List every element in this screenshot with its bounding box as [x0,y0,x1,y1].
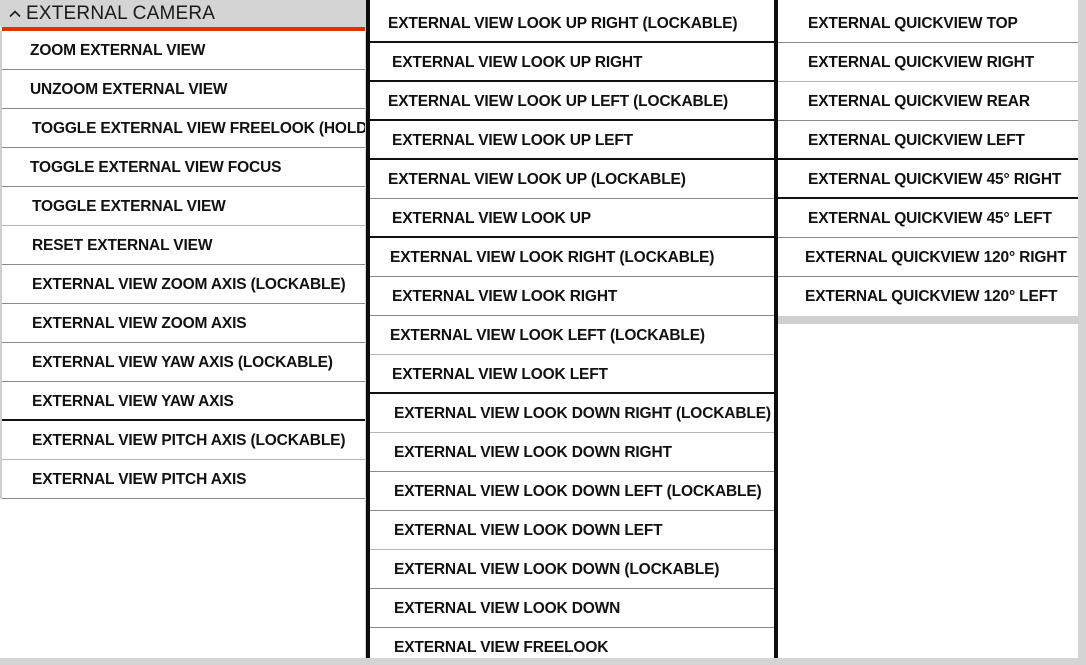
external-quickview-item-label: EXTERNAL QUICKVIEW TOP [808,14,1018,32]
external-view-look-item-label: EXTERNAL VIEW LOOK DOWN RIGHT [394,443,672,461]
external-camera-item-row[interactable]: EXTERNAL VIEW ZOOM AXIS [2,304,365,343]
external-view-look-item-label: EXTERNAL VIEW LOOK LEFT (LOCKABLE) [390,326,705,344]
external-view-look-item-label: EXTERNAL VIEW LOOK UP [392,209,591,227]
right-gutter [1078,0,1086,665]
page-title: EXTERNAL CAMERA [26,3,216,24]
external-view-look-item-label: EXTERNAL VIEW LOOK UP LEFT [392,131,633,149]
external-camera-column: EXTERNAL CAMERA ZOOM EXTERNAL VIEW UNZOOM… [0,0,365,658]
external-quickview-item-label: EXTERNAL QUICKVIEW RIGHT [808,53,1035,71]
external-view-look-item-label: EXTERNAL VIEW LOOK UP (LOCKABLE) [388,170,686,188]
external-camera-item-row[interactable]: EXTERNAL VIEW PITCH AXIS [2,460,365,499]
external-camera-item-row[interactable]: TOGGLE EXTERNAL VIEW FREELOOK (HOLD) [2,109,365,148]
chevron-up-icon[interactable] [8,7,22,21]
external-view-look-item-label: EXTERNAL VIEW LOOK DOWN LEFT (LOCKABLE) [394,482,762,500]
external-camera-item-label: EXTERNAL VIEW YAW AXIS (LOCKABLE) [32,353,333,371]
external-view-look-item-row[interactable]: EXTERNAL VIEW LOOK UP [370,199,774,238]
external-quickview-item-label: EXTERNAL QUICKVIEW 45° LEFT [808,209,1052,227]
external-view-look-item-label: EXTERNAL VIEW LOOK UP RIGHT [392,53,643,71]
external-camera-item-label: EXTERNAL VIEW YAW AXIS [32,392,234,410]
external-view-look-item-row[interactable]: EXTERNAL VIEW LOOK DOWN RIGHT [370,433,774,472]
external-camera-item-row[interactable]: TOGGLE EXTERNAL VIEW FOCUS [2,148,365,187]
external-view-look-item-row[interactable]: EXTERNAL VIEW LOOK DOWN [370,589,774,628]
panel-header[interactable]: EXTERNAL CAMERA [0,0,365,27]
external-view-look-item-label: EXTERNAL VIEW LOOK LEFT [392,365,608,383]
external-quickview-item-row[interactable]: EXTERNAL QUICKVIEW 120° LEFT [778,277,1078,316]
external-view-look-item-row[interactable]: EXTERNAL VIEW LOOK DOWN LEFT [370,511,774,550]
external-camera-item-row[interactable]: RESET EXTERNAL VIEW [2,226,365,265]
external-view-look-item-row[interactable]: EXTERNAL VIEW LOOK UP RIGHT (LOCKABLE) [370,4,774,43]
external-view-look-item-label: EXTERNAL VIEW LOOK RIGHT [392,287,618,305]
external-quickview-item-row[interactable]: EXTERNAL QUICKVIEW 120° RIGHT [778,238,1078,277]
external-camera-item-label: TOGGLE EXTERNAL VIEW FREELOOK (HOLD) [32,119,365,137]
external-camera-item-row[interactable]: EXTERNAL VIEW YAW AXIS (LOCKABLE) [2,343,365,382]
external-camera-item-label: UNZOOM EXTERNAL VIEW [30,80,228,98]
bottom-gutter [0,658,1086,665]
external-quickview-item-label: EXTERNAL QUICKVIEW 120° RIGHT [805,248,1067,266]
external-camera-item-label: EXTERNAL VIEW PITCH AXIS [32,470,247,488]
external-view-look-item-label: EXTERNAL VIEW LOOK DOWN RIGHT (LOCKABLE) [394,404,771,422]
external-quickview-item-row[interactable]: EXTERNAL QUICKVIEW TOP [778,4,1078,43]
external-view-look-item-row[interactable]: EXTERNAL VIEW LOOK UP RIGHT [370,43,774,82]
external-view-look-item-label: EXTERNAL VIEW LOOK UP LEFT (LOCKABLE) [388,92,729,110]
external-view-look-item-row[interactable]: EXTERNAL VIEW LOOK RIGHT (LOCKABLE) [370,238,774,277]
external-view-look-item-row[interactable]: EXTERNAL VIEW LOOK LEFT (LOCKABLE) [370,316,774,355]
external-quickview-item-row[interactable]: EXTERNAL QUICKVIEW REAR [778,82,1078,121]
external-view-look-item-row[interactable]: EXTERNAL VIEW LOOK UP LEFT (LOCKABLE) [370,82,774,121]
external-view-look-item-row[interactable]: EXTERNAL VIEW LOOK RIGHT [370,277,774,316]
external-view-look-item-label: EXTERNAL VIEW LOOK DOWN LEFT [394,521,663,539]
binding-settings-panel: EXTERNAL CAMERA ZOOM EXTERNAL VIEW UNZOOM… [0,0,1086,665]
external-view-look-item-row[interactable]: EXTERNAL VIEW LOOK UP LEFT [370,121,774,160]
external-camera-list: ZOOM EXTERNAL VIEW UNZOOM EXTERNAL VIEW TO… [0,31,365,499]
external-view-look-item-row[interactable]: EXTERNAL VIEW FREELOOK [370,628,774,658]
quickview-section-end-band [778,316,1078,324]
external-view-look-item-row[interactable]: EXTERNAL VIEW LOOK LEFT [370,355,774,394]
external-quickview-item-row[interactable]: EXTERNAL QUICKVIEW LEFT [778,121,1078,160]
external-camera-item-row[interactable]: UNZOOM EXTERNAL VIEW [2,70,365,109]
external-quickview-column: EXTERNAL QUICKVIEW TOP EXTERNAL QUICKVIEW… [778,0,1078,658]
external-camera-item-label: EXTERNAL VIEW ZOOM AXIS (LOCKABLE) [32,275,346,293]
external-camera-item-label: ZOOM EXTERNAL VIEW [30,41,206,59]
external-quickview-item-label: EXTERNAL QUICKVIEW 120° LEFT [805,287,1058,305]
external-camera-item-row[interactable]: EXTERNAL VIEW YAW AXIS [2,382,365,421]
external-view-look-item-label: EXTERNAL VIEW LOOK DOWN [394,599,621,617]
external-quickview-item-row[interactable]: EXTERNAL QUICKVIEW 45° RIGHT [778,160,1078,199]
external-view-look-item-row[interactable]: EXTERNAL VIEW LOOK UP (LOCKABLE) [370,160,774,199]
external-view-look-item-label: EXTERNAL VIEW LOOK RIGHT (LOCKABLE) [390,248,715,266]
external-quickview-list: EXTERNAL QUICKVIEW TOP EXTERNAL QUICKVIEW… [778,4,1078,316]
external-view-look-list: EXTERNAL VIEW LOOK UP RIGHT (LOCKABLE) EX… [370,4,774,658]
external-quickview-item-label: EXTERNAL QUICKVIEW REAR [808,92,1030,110]
external-camera-item-row[interactable]: EXTERNAL VIEW PITCH AXIS (LOCKABLE) [2,421,365,460]
external-quickview-item-row[interactable]: EXTERNAL QUICKVIEW 45° LEFT [778,199,1078,238]
external-camera-item-label: TOGGLE EXTERNAL VIEW [32,197,226,215]
left-column-filler [0,499,365,658]
right-column-filler [778,324,1078,644]
external-view-look-column: EXTERNAL VIEW LOOK UP RIGHT (LOCKABLE) EX… [370,0,774,658]
external-camera-item-label: RESET EXTERNAL VIEW [32,236,213,254]
external-quickview-item-label: EXTERNAL QUICKVIEW 45° RIGHT [808,170,1062,188]
external-camera-item-label: EXTERNAL VIEW PITCH AXIS (LOCKABLE) [32,431,346,449]
external-view-look-item-label: EXTERNAL VIEW LOOK UP RIGHT (LOCKABLE) [388,14,738,32]
external-quickview-item-row[interactable]: EXTERNAL QUICKVIEW RIGHT [778,43,1078,82]
external-view-look-item-row[interactable]: EXTERNAL VIEW LOOK DOWN (LOCKABLE) [370,550,774,589]
external-camera-item-row[interactable]: TOGGLE EXTERNAL VIEW [2,187,365,226]
external-camera-item-label: EXTERNAL VIEW ZOOM AXIS [32,314,247,332]
external-camera-item-row[interactable]: ZOOM EXTERNAL VIEW [2,31,365,70]
external-view-look-item-row[interactable]: EXTERNAL VIEW LOOK DOWN LEFT (LOCKABLE) [370,472,774,511]
external-camera-item-row[interactable]: EXTERNAL VIEW ZOOM AXIS (LOCKABLE) [2,265,365,304]
external-view-look-item-label: EXTERNAL VIEW FREELOOK [394,638,609,656]
external-view-look-item-row[interactable]: EXTERNAL VIEW LOOK DOWN RIGHT (LOCKABLE) [370,394,774,433]
external-quickview-item-label: EXTERNAL QUICKVIEW LEFT [808,131,1025,149]
external-view-look-item-label: EXTERNAL VIEW LOOK DOWN (LOCKABLE) [394,560,720,578]
external-camera-item-label: TOGGLE EXTERNAL VIEW FOCUS [30,158,282,176]
